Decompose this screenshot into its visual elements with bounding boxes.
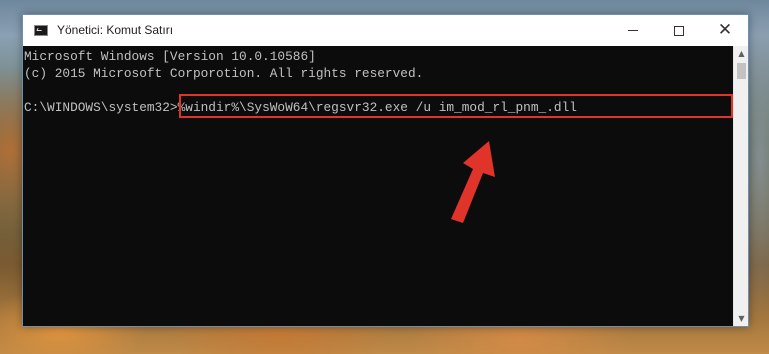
scroll-down-icon: ▼ <box>738 314 745 323</box>
console-prompt: C:\WINDOWS\system32> <box>24 100 178 115</box>
scroll-thumb[interactable] <box>737 63 746 79</box>
minimize-icon <box>628 30 638 31</box>
console-line-version: Microsoft Windows [Version 10.0.10586] <box>24 49 316 64</box>
minimize-button[interactable] <box>610 15 656 46</box>
command-text[interactable]: %windir%\SysWoW64\regsvr32.exe /u im_mod… <box>178 99 577 116</box>
maximize-button[interactable] <box>656 15 702 46</box>
title-bar[interactable]: Yönetici: Komut Satırı ✕ <box>23 15 748 46</box>
maximize-icon <box>674 25 684 36</box>
close-button[interactable]: ✕ <box>702 15 748 46</box>
scroll-up-icon: ▲ <box>738 49 745 58</box>
close-icon: ✕ <box>717 20 733 40</box>
scroll-up-button[interactable]: ▲ <box>734 46 749 61</box>
red-arrow-icon <box>451 141 495 223</box>
command-line[interactable]: C:\WINDOWS\system32> %windir%\SysWoW64\re… <box>24 99 733 116</box>
window-title: Yönetici: Komut Satırı <box>57 23 174 37</box>
scroll-down-button[interactable]: ▼ <box>734 311 749 326</box>
vertical-scrollbar[interactable]: ▲ ▼ <box>733 46 748 326</box>
cmd-icon[interactable] <box>34 25 48 36</box>
console-line-copyright: (c) 2015 Microsoft Corporotion. All righ… <box>24 66 424 81</box>
command-prompt-window: Yönetici: Komut Satırı ✕ Microsoft Windo… <box>22 14 749 327</box>
console-output[interactable]: Microsoft Windows [Version 10.0.10586] (… <box>23 46 733 326</box>
